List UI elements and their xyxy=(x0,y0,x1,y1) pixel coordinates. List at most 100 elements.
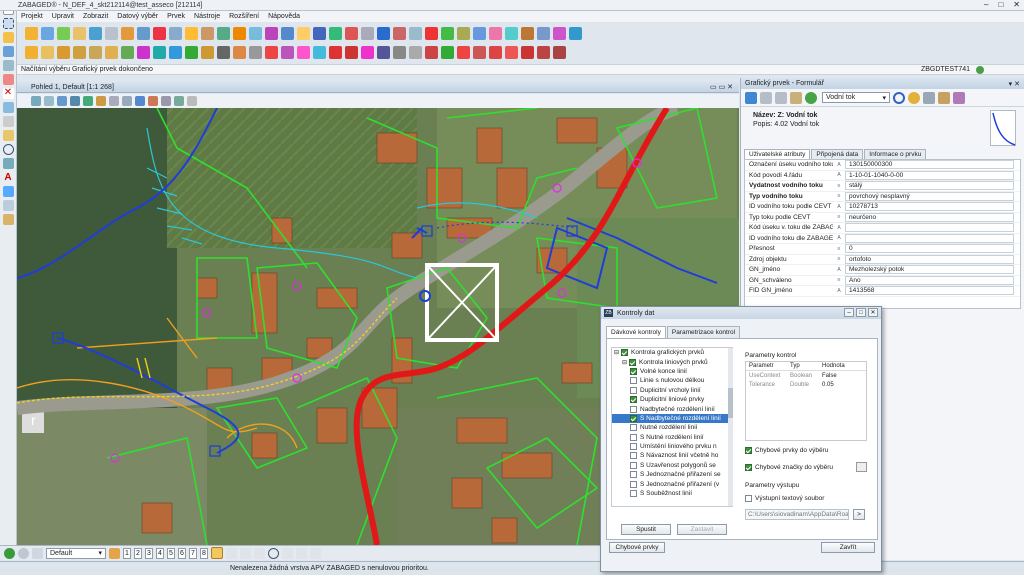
attribute-value[interactable]: 0 xyxy=(845,244,1014,254)
layer-select[interactable]: Default ▾ xyxy=(46,547,106,559)
draw-tool-16-icon[interactable] xyxy=(265,45,278,59)
draw-tool-21-icon[interactable] xyxy=(345,45,358,59)
toolbar-tool-15-icon[interactable] xyxy=(249,26,262,40)
attribute-row[interactable]: Označení úseku vodního toku A 130150000300 xyxy=(745,160,1020,171)
tree-item[interactable]: S Nadbytečné rozdělení linií xyxy=(612,413,732,424)
view-tool-6-icon[interactable] xyxy=(96,96,106,106)
toolbar-tool-11-icon[interactable] xyxy=(185,26,198,40)
level-icon[interactable] xyxy=(109,547,120,559)
attribute-row[interactable]: Přesnost ≡ 0 xyxy=(745,244,1020,255)
toolbar-tool-19-icon[interactable] xyxy=(313,26,326,40)
table-row[interactable]: Tolerance Double 0.05 xyxy=(746,380,866,389)
toolbar-tool-7-icon[interactable] xyxy=(121,26,134,40)
snap-line-icon[interactable] xyxy=(226,547,237,559)
close-dialog-button[interactable]: Zavřít xyxy=(821,542,875,553)
error-features-checkbox[interactable] xyxy=(745,447,752,454)
draw-tool-2-icon[interactable] xyxy=(41,45,54,59)
menu-projekt[interactable]: Projekt xyxy=(21,13,43,20)
menu-napoveda[interactable]: Nápověda xyxy=(268,13,300,20)
page-4[interactable]: 4 xyxy=(156,547,164,559)
tree-checkbox[interactable] xyxy=(630,443,637,451)
attribute-row[interactable]: GN_jméno A Mezholezský potok xyxy=(745,265,1020,276)
toolbar-tool-27-icon[interactable] xyxy=(441,26,454,40)
tree-checkbox[interactable] xyxy=(630,490,637,498)
menu-nastroje[interactable]: Nástroje xyxy=(194,13,220,20)
draw-tool-8-icon[interactable] xyxy=(137,45,150,59)
draw-tool-11-icon[interactable] xyxy=(185,45,198,59)
attribute-value[interactable] xyxy=(845,233,1014,243)
edit-icon[interactable] xyxy=(2,32,14,43)
attribute-value[interactable]: ortofoto xyxy=(845,254,1014,264)
snap-perp-icon[interactable] xyxy=(282,547,293,559)
tree-item[interactable]: Nutné rozdělení linií xyxy=(612,423,732,432)
attribute-row[interactable]: Typ toku podle CEVT ≡ neurčeno xyxy=(745,212,1020,223)
page-8[interactable]: 8 xyxy=(200,547,208,559)
circle-icon[interactable] xyxy=(2,144,14,155)
toolbar-tool-20-icon[interactable] xyxy=(329,26,342,40)
tab-user-attributes[interactable]: Uživatelské atributy xyxy=(744,149,811,159)
view-tool-9-icon[interactable] xyxy=(135,96,145,106)
vertex-icon[interactable] xyxy=(2,60,14,71)
panel-pin-icon[interactable]: ▾ ✕ xyxy=(1009,80,1020,88)
attribute-row[interactable]: Vydatnost vodního toku ≡ stálý xyxy=(745,181,1020,192)
forward-icon[interactable] xyxy=(18,547,29,559)
error-marks-checkbox[interactable] xyxy=(745,463,752,471)
draw-tool-13-icon[interactable] xyxy=(217,45,230,59)
toolbar-tool-1-icon[interactable] xyxy=(25,26,38,40)
tree-checkbox[interactable] xyxy=(630,433,637,441)
page-2[interactable]: 2 xyxy=(134,547,142,559)
grid-icon[interactable] xyxy=(2,200,14,211)
view-tool-11-icon[interactable] xyxy=(161,96,171,106)
tree-checkbox[interactable] xyxy=(630,471,637,479)
text-output-option[interactable]: Výstupní textový soubor xyxy=(745,495,824,502)
tree-item[interactable]: Duplicitní vrcholy linií xyxy=(612,386,732,395)
polygon-icon[interactable] xyxy=(2,158,14,169)
view-tool-12-icon[interactable] xyxy=(174,96,184,106)
browse-button[interactable]: > xyxy=(853,509,865,520)
toolbar-tool-30-icon[interactable] xyxy=(489,26,502,40)
tree-item[interactable]: S Jednoznačné přiřazení (v xyxy=(612,479,732,488)
page-3[interactable]: 3 xyxy=(145,547,153,559)
minimize-button[interactable]: – xyxy=(984,0,988,9)
attribute-row[interactable]: ID vodního toku podle CEVT A 10278713 xyxy=(745,202,1020,213)
menu-zobrazit[interactable]: Zobrazit xyxy=(83,13,108,20)
attribute-row[interactable]: Typ vodního toku ≡ povrchový nesplavný xyxy=(745,191,1020,202)
tree-checkbox[interactable] xyxy=(630,480,637,488)
attribute-value[interactable] xyxy=(845,223,1014,233)
back-icon[interactable] xyxy=(4,547,15,559)
toolbar-tool-31-icon[interactable] xyxy=(505,26,518,40)
edit-form-icon[interactable] xyxy=(790,91,802,104)
tree-item[interactable]: S Souběžnost linií xyxy=(612,489,732,498)
pen-icon[interactable] xyxy=(2,130,14,141)
draw-tool-6-icon[interactable] xyxy=(105,45,118,59)
draw-tool-5-icon[interactable] xyxy=(89,45,102,59)
run-button[interactable]: Spustit xyxy=(621,524,671,535)
attribute-row[interactable]: Kód povodí 4.řádu A 1-10-01-1040-0-00 xyxy=(745,170,1020,181)
copy-icon[interactable] xyxy=(775,91,787,104)
attach-icon[interactable] xyxy=(938,91,950,104)
draw-tool-3-icon[interactable] xyxy=(57,45,70,59)
toolbar-tool-28-icon[interactable] xyxy=(457,26,470,40)
draw-tool-12-icon[interactable] xyxy=(201,45,214,59)
tree-item[interactable]: Linie s nulovou délkou xyxy=(612,376,732,385)
view-tool-13-icon[interactable] xyxy=(187,96,197,106)
view-window-controls[interactable]: ▭ ▭ ✕ xyxy=(710,83,733,91)
line-icon[interactable] xyxy=(2,102,14,113)
tree-item[interactable]: S Návaznost linií včetně ho xyxy=(612,451,732,460)
attribute-value[interactable]: povrchový nesplavný xyxy=(845,191,1014,201)
toolbar-tool-22-icon[interactable] xyxy=(361,26,374,40)
toolbar-tool-23-icon[interactable] xyxy=(377,26,390,40)
toolbar-tool-35-icon[interactable] xyxy=(569,26,582,40)
tab-feature-info[interactable]: Informace o prvku xyxy=(864,149,927,159)
view-tool-8-icon[interactable] xyxy=(122,96,132,106)
tree-checkbox[interactable] xyxy=(630,414,637,422)
tree-scrollbar[interactable] xyxy=(728,348,733,506)
toolbar-tool-29-icon[interactable] xyxy=(473,26,486,40)
toolbar-tool-24-icon[interactable] xyxy=(393,26,406,40)
page-7[interactable]: 7 xyxy=(189,547,197,559)
tree-item[interactable]: Nadbytečné rozdělení linií xyxy=(612,404,732,413)
toolbar-tool-14-icon[interactable] xyxy=(233,26,246,40)
view-tool-10-icon[interactable] xyxy=(148,96,158,106)
view-tool-3-icon[interactable] xyxy=(57,96,67,106)
table-row[interactable]: UseContext Boolean False xyxy=(746,371,866,380)
